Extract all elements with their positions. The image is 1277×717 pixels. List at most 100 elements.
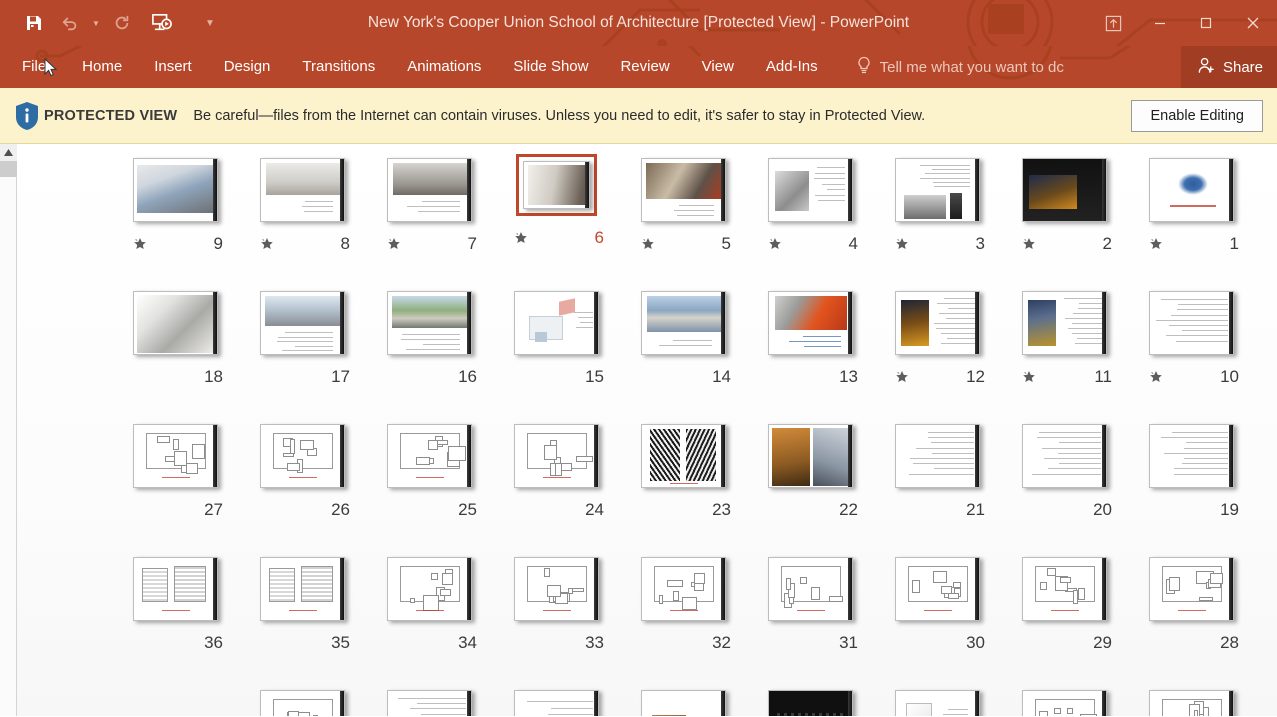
animation-star-icon[interactable] [386,236,402,252]
slide-thumbnail-30[interactable]: 30 [874,555,1001,680]
slide-thumbnail-22[interactable]: 22 [747,422,874,547]
slide-thumbnail-4[interactable]: 4 [747,156,874,281]
slide-thumb-frame[interactable] [641,690,726,716]
slide-thumbnail-20[interactable]: 20 [1001,422,1128,547]
slide-thumb-frame[interactable] [895,424,980,488]
slide-thumbnail-27[interactable]: 27 [112,422,239,547]
slide-thumbnail-14[interactable]: 14 [620,289,747,414]
slide-thumb-frame[interactable] [514,557,599,621]
slide-thumb-frame[interactable] [387,424,472,488]
slide-thumbnail-12[interactable]: 12 [874,289,1001,414]
enable-editing-button[interactable]: Enable Editing [1131,100,1263,132]
slide-grid[interactable]: 1 2 3 4 5 6 7 8 9 10 11 12 13 14 15 16 1… [17,144,1277,716]
animation-star-icon[interactable] [1021,369,1037,385]
slide-thumb-frame[interactable] [1022,690,1107,716]
slide-thumb-frame[interactable] [1149,690,1234,716]
slide-thumbnail-23[interactable]: 23 [620,422,747,547]
start-slideshow-icon[interactable] [140,7,184,39]
slide-thumb-frame[interactable] [768,291,853,355]
slide-thumb-frame[interactable] [514,424,599,488]
slide-thumbnail-35[interactable]: 35 [239,555,366,680]
slide-thumb-frame[interactable] [895,291,980,355]
slide-thumb-frame[interactable] [768,557,853,621]
save-icon[interactable] [16,7,52,39]
slide-thumb-frame[interactable] [387,690,472,716]
slide-thumb-frame[interactable] [514,291,599,355]
slide-thumb-frame[interactable] [133,557,218,621]
slide-thumbnail-13[interactable]: 13 [747,289,874,414]
undo-dropdown-caret-icon[interactable]: ▼ [88,7,104,39]
slide-thumbnail-41[interactable]: 41 [620,688,747,716]
slide-thumb-frame[interactable] [387,557,472,621]
slide-thumbnail-36[interactable]: 36 [112,555,239,680]
tab-transitions[interactable]: Transitions [286,46,391,88]
slide-thumbnail-28[interactable]: 28 [1128,555,1255,680]
slide-thumb-frame[interactable] [768,158,853,222]
window-controls[interactable] [1089,0,1277,46]
animation-star-icon[interactable] [513,230,529,246]
slide-thumbnail-39[interactable]: 39 [874,688,1001,716]
slide-thumb-frame[interactable] [387,158,472,222]
slide-thumb-frame[interactable] [260,690,345,716]
slide-thumbnail-2[interactable]: 2 [1001,156,1128,281]
slide-thumb-frame[interactable] [133,424,218,488]
animation-star-icon[interactable] [1148,236,1164,252]
animation-star-icon[interactable] [894,236,910,252]
tab-add-ins[interactable]: Add-Ins [750,46,834,88]
quick-access-toolbar[interactable]: ▼ ▼ [0,7,218,39]
tab-home[interactable]: Home [66,46,138,88]
tab-insert[interactable]: Insert [138,46,208,88]
slide-thumb-frame[interactable] [133,158,218,222]
slide-thumb-frame[interactable] [641,557,726,621]
slide-thumbnail-8[interactable]: 8 [239,156,366,281]
slide-thumb-frame[interactable] [641,291,726,355]
animation-star-icon[interactable] [640,236,656,252]
slide-thumb-frame[interactable] [895,158,980,222]
slide-thumb-frame[interactable] [768,424,853,488]
slide-thumbnail-34[interactable]: 34 [366,555,493,680]
close-icon[interactable] [1229,0,1277,46]
slide-thumb-frame[interactable] [260,158,345,222]
animation-star-icon[interactable] [132,236,148,252]
slide-thumb-frame[interactable] [514,690,599,716]
slide-thumbnail-9[interactable]: 9 [112,156,239,281]
tab-review[interactable]: Review [604,46,685,88]
slide-thumb-frame[interactable] [260,557,345,621]
animation-star-icon[interactable] [259,236,275,252]
slide-thumb-frame[interactable] [895,557,980,621]
slide-thumbnail-26[interactable]: 26 [239,422,366,547]
animation-star-icon[interactable] [1148,369,1164,385]
tab-file[interactable]: File [0,46,66,88]
slide-thumb-frame[interactable] [1149,158,1234,222]
slide-thumb-frame[interactable] [641,424,726,488]
slide-thumbnail-25[interactable]: 25 [366,422,493,547]
tab-view[interactable]: View [686,46,750,88]
tab-slide-show[interactable]: Slide Show [497,46,604,88]
slide-thumbnail-6[interactable]: 6 [493,156,620,281]
slide-thumb-frame[interactable] [1022,158,1107,222]
slide-thumb-frame[interactable] [1022,557,1107,621]
vertical-scrollbar[interactable] [0,144,17,716]
slide-thumbnail-42[interactable]: 42 [493,688,620,716]
slide-thumbnail-32[interactable]: 32 [620,555,747,680]
animation-star-icon[interactable] [894,369,910,385]
slide-thumb-frame[interactable] [260,291,345,355]
animation-star-icon[interactable] [767,236,783,252]
slide-thumbnail-37[interactable]: 37 [1128,688,1255,716]
slide-thumbnail-21[interactable]: 21 [874,422,1001,547]
slide-thumbnail-17[interactable]: 17 [239,289,366,414]
slide-thumbnail-24[interactable]: 24 [493,422,620,547]
animation-star-icon[interactable] [1021,236,1037,252]
slide-thumb-frame[interactable] [895,690,980,716]
slide-thumb-frame[interactable] [641,158,726,222]
redo-icon[interactable] [104,7,140,39]
tab-animations[interactable]: Animations [391,46,497,88]
restore-icon[interactable] [1183,0,1229,46]
slide-thumbnail-29[interactable]: 29 [1001,555,1128,680]
slide-thumbnail-5[interactable]: 5 [620,156,747,281]
slide-thumbnail-11[interactable]: 11 [1001,289,1128,414]
slide-thumbnail-38[interactable]: 38 [1001,688,1128,716]
slide-thumbnail-10[interactable]: 10 [1128,289,1255,414]
ribbon-display-options-icon[interactable] [1089,0,1137,46]
slide-thumb-frame[interactable] [1149,557,1234,621]
